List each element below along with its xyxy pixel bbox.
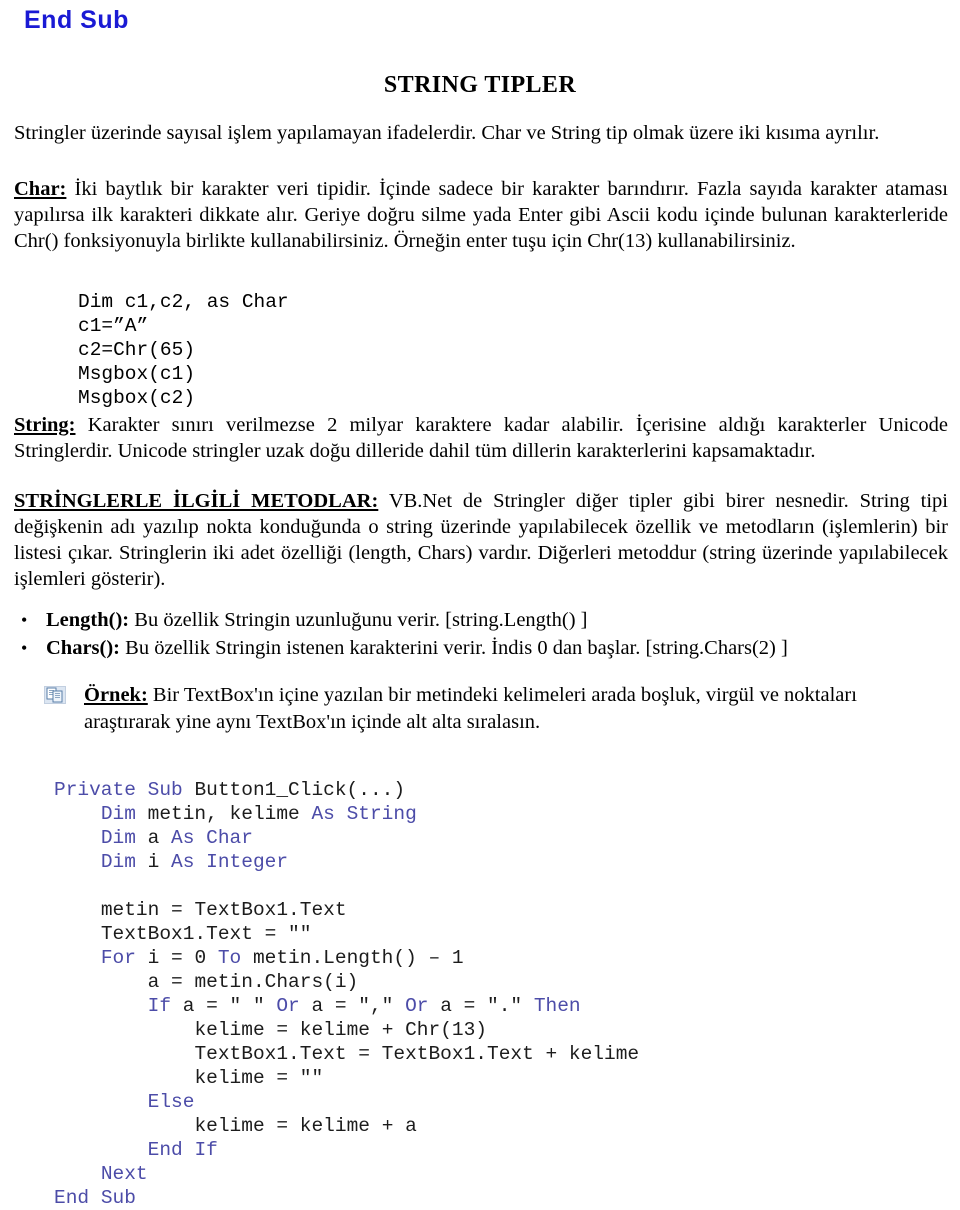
intro-text: Stringler üzerinde sayısal işlem yapılam… [14,122,880,144]
char-lead-label: Char: [14,178,67,200]
char-body-text: İki baytlık bir karakter veri tipidir. İ… [14,178,948,252]
char-code-block: Dim c1,c2, as Char c1=”A” c2=Chr(65) Msg… [78,290,289,409]
methods-lead-label: STRİNGLERLE İLGİLİ METODLAR: [14,490,379,512]
example-body-text: Bir TextBox'ın içine yazılan bir metinde… [84,684,857,733]
string-body-text: Karakter sınırı verilmezse 2 milyar kara… [14,414,948,462]
document-page: End Sub STRING TIPLER Stringler üzerinde… [0,0,960,1209]
intro-paragraph: Stringler üzerinde sayısal işlem yapılam… [14,120,948,146]
example-lead-label: Örnek: [84,684,148,706]
char-paragraph: Char: İki baytlık bir karakter veri tipi… [14,176,948,254]
methods-paragraph: STRİNGLERLE İLGİLİ METODLAR: VB.Net de S… [14,488,948,592]
page-title: STRING TIPLER [383,72,577,98]
bullet-dot-icon: • [21,610,28,630]
example-text: Örnek: Bir TextBox'ın içine yazılan bir … [84,682,940,736]
bullet-dot-icon: • [21,638,28,658]
string-lead-label: String: [14,414,76,436]
bullet-lead-label: Chars(): [46,637,121,659]
properties-bullet-list: • Length(): Bu özellik Stringin uzunluğu… [0,606,940,662]
top-code-fragment: End Sub [24,6,129,34]
string-paragraph: String: Karakter sınırı verilmezse 2 mil… [14,412,948,464]
bullet-body-text: Bu özellik Stringin istenen karakterini … [120,637,788,659]
main-code-block: Private Sub Button1_Click(...) Dim metin… [54,778,640,1209]
list-item: • Length(): Bu özellik Stringin uzunluğu… [0,606,940,634]
example-block: Örnek: Bir TextBox'ın içine yazılan bir … [40,682,940,736]
copy-pages-icon [44,686,66,704]
bullet-lead-label: Length(): [46,609,130,631]
list-item: • Chars(): Bu özellik Stringin istenen k… [0,634,940,662]
bullet-body-text: Bu özellik Stringin uzunluğunu verir. [s… [129,609,588,631]
